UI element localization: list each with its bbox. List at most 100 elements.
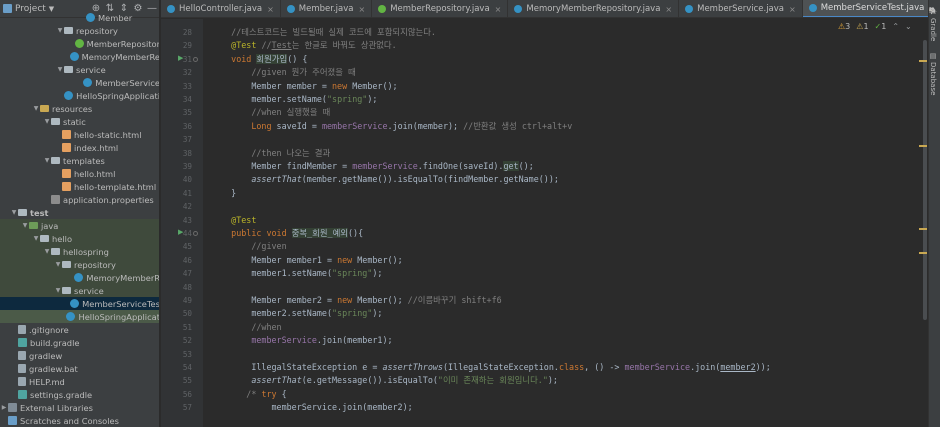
error-stripe-mark[interactable] [919,228,927,230]
tab-memorymemberrepository-java[interactable]: MemoryMemberRepository.java × [508,0,680,17]
error-stripe-mark[interactable] [919,60,927,62]
tree-item[interactable]: Member [0,11,159,24]
tree-item[interactable]: HelloSpringApplicati [0,89,159,102]
error-stripe-mark[interactable] [919,145,927,147]
tree-item[interactable]: ▼ repository [0,258,159,271]
code-line[interactable]: memberService.join(member2); [211,401,413,414]
warning-count[interactable]: ⚠3 [838,22,850,31]
code-line[interactable]: //given [211,240,286,253]
gradle-tool-label[interactable]: Gradle [929,18,937,41]
chevron-down-icon[interactable]: ▼ [56,66,64,73]
inspections-widget[interactable]: ⚠3 ⚠1 ✓1 ⌃ ⌄ [838,20,912,32]
chevron-up-icon[interactable]: ⌃ [892,22,899,31]
tree-item[interactable]: HelloSpringApplicat [0,310,159,323]
run-test-icon[interactable]: ▶ [178,54,183,62]
tab-memberrepository-java[interactable]: MemberRepository.java × [372,0,509,17]
weak-warning-count[interactable]: ⚠1 [856,22,868,31]
code-line[interactable]: //given 뭔가 주어졌을 때 [211,66,355,79]
close-icon[interactable]: × [495,5,502,14]
chevron-down-icon[interactable]: ▼ [54,287,62,294]
tree-item[interactable]: ▼ resources [0,102,159,115]
code-line[interactable]: member2.setName("spring"); [211,307,382,320]
chevron-down-icon[interactable]: ▼ [32,105,40,112]
tree-item[interactable]: hello-static.html [0,128,159,141]
chevron-down-icon[interactable]: ▼ [43,157,51,164]
chevron-down-icon[interactable]: ▼ [43,248,51,255]
code-line[interactable]: Member member = new Member(); [211,80,397,93]
database-icon[interactable]: ▤ [929,52,937,60]
tab-member-java[interactable]: Member.java × [281,0,373,17]
code-line[interactable]: /* try { [211,388,286,401]
tree-item[interactable]: ▼ templates [0,154,159,167]
ok-count[interactable]: ✓1 [875,22,887,31]
code-line[interactable]: member.setName("spring"); [211,93,377,106]
tree-item[interactable]: build.gradle [0,336,159,349]
gradle-tool-button[interactable]: 🐘 [929,6,937,15]
tree-item[interactable]: index.html [0,141,159,154]
tree-item[interactable]: ▼ hello [0,232,159,245]
code-line[interactable]: } [211,187,236,200]
tree-item[interactable]: hello-template.html [0,180,159,193]
chevron-down-icon[interactable]: ⌄ [905,22,912,31]
tree-item[interactable]: hello.html [0,167,159,180]
code-line[interactable]: Member findMember = memberService.findOn… [211,160,534,173]
chevron-down-icon[interactable]: ▼ [10,209,18,216]
tree-item[interactable]: MemberRepositor [0,37,159,50]
code-line[interactable]: //when 실행했을 때 [211,106,330,119]
code-line[interactable]: memberService.join(member1); [211,334,392,347]
tree-item[interactable]: application.properties [0,193,159,206]
code-line[interactable]: Long saveId = memberService.join(member)… [211,120,572,133]
fold-icon[interactable] [193,56,198,62]
code-line[interactable]: void 회원가입() { [211,53,307,66]
tree-item[interactable]: ▼ service [0,284,159,297]
code-line[interactable]: member1.setName("spring"); [211,267,382,280]
code-line[interactable]: //테스트코드는 빌드될때 실제 코드에 포함되지않는다. [211,26,436,39]
code-line[interactable]: @Test [211,214,256,227]
tab-memberservicetest-java[interactable]: MemberServiceTest.java× [802,0,940,17]
chevron-down-icon[interactable]: ▼ [32,235,40,242]
tree-item[interactable]: MemoryMemberRe [0,50,159,63]
code-line[interactable]: assertThat(e.getMessage()).isEqualTo("이미… [211,374,558,387]
tree-item[interactable]: MemoryMemberR [0,271,159,284]
tree-item[interactable]: gradlew [0,349,159,362]
tree-item[interactable]: ▶ External Libraries [0,401,159,414]
code-line[interactable]: //when [211,321,281,334]
code-line[interactable]: public void 중복_회원_예외(){ [211,227,363,240]
database-tool-label[interactable]: Database [929,62,937,95]
tree-item[interactable]: ▼ test [0,206,159,219]
tree-item[interactable]: ▼ static [0,115,159,128]
error-stripe-mark[interactable] [919,252,927,254]
tree-item[interactable]: HELP.md [0,375,159,388]
chevron-down-icon[interactable]: ▼ [43,118,51,125]
close-icon[interactable]: × [789,5,796,14]
scrollbar-thumb[interactable] [923,40,927,320]
tab-memberservice-java[interactable]: MemberService.java × [679,0,803,17]
tree-item[interactable]: gradlew.bat [0,362,159,375]
tab-hellocontroller-java[interactable]: HelloController.java × [161,0,281,17]
code-line[interactable]: //then 나오는 결과 [211,147,330,160]
tree-item[interactable]: ▼ service [0,63,159,76]
chevron-down-icon[interactable]: ▼ [54,261,62,268]
tree-item[interactable]: ▼ repository [0,24,159,37]
close-icon[interactable]: × [267,5,274,14]
code-line[interactable]: Member member2 = new Member(); //이름바꾸기 s… [211,294,501,307]
tree-item[interactable]: MemberService [0,76,159,89]
close-icon[interactable]: × [359,5,366,14]
chevron-down-icon[interactable]: ▼ [56,27,64,34]
close-icon[interactable]: × [665,5,672,14]
chevron-down-icon[interactable]: ▼ [21,222,29,229]
code-editor[interactable]: //테스트코드는 빌드될때 실제 코드에 포함되지않는다. @Test //Te… [203,19,920,427]
chevron-right-icon[interactable]: ▶ [0,404,8,411]
tree-item[interactable]: .gitignore [0,323,159,336]
tree-item[interactable]: ▼ java [0,219,159,232]
code-line[interactable]: assertThat(member.getName()).isEqualTo(f… [211,173,559,186]
tree-item[interactable]: MemberServiceTes [0,297,159,310]
fold-icon[interactable] [193,231,198,236]
tree-item[interactable]: ▼ hellospring [0,245,159,258]
tree-item[interactable]: Scratches and Consoles [0,414,159,427]
run-test-icon[interactable]: ▶ [178,228,183,236]
code-line[interactable]: IllegalStateException e = assertThrows(I… [211,361,770,374]
code-line[interactable]: @Test //Test는 한글로 바꿔도 상관없다. [211,39,396,52]
code-line[interactable]: Member member1 = new Member(); [211,254,402,267]
tree-item[interactable]: settings.gradle [0,388,159,401]
